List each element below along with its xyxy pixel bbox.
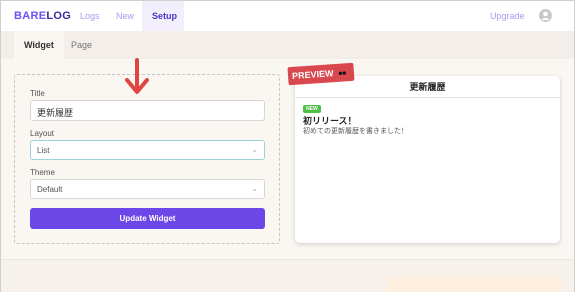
sub-tabs: Widget Page xyxy=(1,31,574,59)
user-circle-icon[interactable] xyxy=(539,9,552,22)
chevron-down-icon: ⌄ xyxy=(251,184,258,193)
tab-page[interactable]: Page xyxy=(61,31,102,59)
upgrade-link[interactable]: Upgrade xyxy=(490,11,525,21)
layout-label: Layout xyxy=(30,129,55,138)
preview-ribbon: PREVIEW ●● xyxy=(287,62,355,86)
tab-widget[interactable]: Widget xyxy=(14,31,64,59)
eyes-icon: ●● xyxy=(337,68,346,78)
new-badge: NEW xyxy=(303,105,321,113)
nav-link-new[interactable]: New xyxy=(116,11,134,21)
logo-part-bare: BARE xyxy=(14,10,47,22)
nav-link-setup[interactable]: Setup xyxy=(152,11,177,21)
theme-select[interactable]: Default ⌄ xyxy=(30,179,265,199)
preview-ribbon-label: PREVIEW xyxy=(291,68,334,82)
entry-body: 初めての更新履歴を書きました！ xyxy=(303,128,408,135)
nav-link-logs[interactable]: Logs xyxy=(80,11,100,21)
logo[interactable]: BARELOG xyxy=(14,10,71,22)
theme-label: Theme xyxy=(30,168,55,177)
annotation-arrow-icon xyxy=(125,58,149,94)
bottom-card xyxy=(387,277,561,292)
theme-select-value: Default xyxy=(37,185,63,194)
logo-part-log: LOG xyxy=(46,10,72,22)
layout-select[interactable]: List ⌄ xyxy=(30,140,265,160)
update-widget-button[interactable]: Update Widget xyxy=(30,208,265,229)
top-nav: BARELOG Logs New Setup Upgrade xyxy=(1,1,574,31)
chevron-down-icon: ⌄ xyxy=(251,145,258,154)
title-input[interactable]: 更新履歴 xyxy=(30,100,265,121)
widget-form-panel: Title 更新履歴 Layout List ⌄ Theme Default ⌄… xyxy=(14,74,280,244)
title-label: Title xyxy=(30,89,45,98)
widget-preview: 更新履歴 NEW 初リリース！ 初めての更新履歴を書きました！ xyxy=(295,76,560,243)
layout-select-value: List xyxy=(37,146,50,155)
